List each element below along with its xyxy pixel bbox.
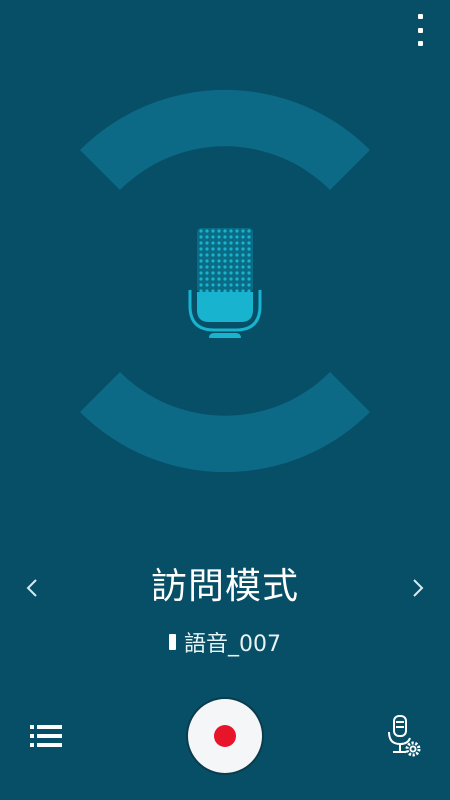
recording-file-name: 語音_007 (184, 632, 281, 657)
more-vertical-icon-dot (417, 27, 423, 33)
microphone-settings-icon[interactable] (382, 712, 426, 760)
list-icon[interactable] (26, 716, 66, 756)
record-button[interactable] (188, 699, 262, 773)
recording-file-info: 語音_007 (0, 624, 450, 660)
recording-indicator-icon (169, 634, 176, 650)
more-vertical-icon-dot (417, 41, 423, 46)
chevron-left-icon[interactable] (18, 568, 48, 608)
mode-selector: 訪問模式 (0, 560, 450, 616)
more-options-button[interactable] (412, 12, 428, 48)
recording-mode-title: 訪問模式 (150, 566, 299, 607)
recording-visualizer (80, 89, 370, 473)
microphone-icon (188, 228, 262, 338)
top-interview-arc (80, 89, 370, 190)
bottom-interview-arc (80, 372, 370, 473)
more-vertical-icon (417, 14, 423, 19)
chevron-right-icon[interactable] (402, 568, 432, 608)
record-icon (214, 725, 236, 747)
